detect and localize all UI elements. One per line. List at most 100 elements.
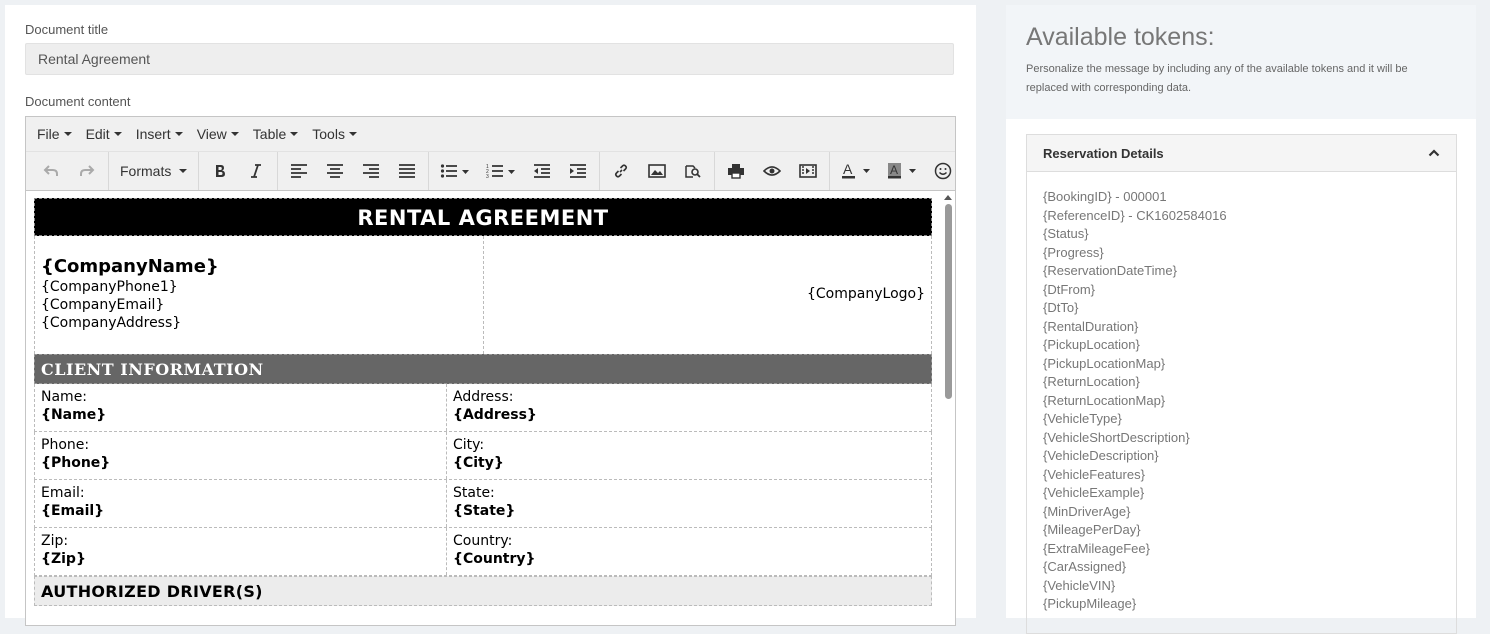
print-button[interactable] (718, 156, 754, 186)
menu-view[interactable]: View (190, 126, 246, 142)
numbered-list-icon: 123 (486, 164, 516, 179)
token-item[interactable]: {ExtraMileageFee} (1043, 540, 1456, 559)
numbered-list-button[interactable]: 123 (478, 156, 524, 186)
formats-label: Formats (120, 163, 172, 179)
bold-icon (216, 165, 226, 177)
field-token: {Country} (453, 551, 536, 567)
document-banner: RENTAL AGREEMENT (34, 198, 932, 236)
tokens-description: Personalize the message by including any… (1026, 63, 1408, 94)
output-group (715, 152, 831, 190)
token-item[interactable]: {MinDriverAge} (1043, 503, 1456, 522)
token-item[interactable]: {ReturnLocation} (1043, 373, 1456, 392)
background-color-button[interactable]: A (879, 156, 925, 186)
formats-dropdown[interactable]: Formats (112, 156, 195, 186)
table-cell: State: {State} (447, 480, 931, 527)
print-icon (728, 164, 745, 179)
token-item[interactable]: {VehicleDescription} (1043, 447, 1456, 466)
color-group: A A (830, 152, 955, 190)
document-form: Document title Document content File Edi… (5, 5, 976, 626)
token-item[interactable]: {PickupMileage} (1043, 595, 1456, 614)
token-item[interactable]: {VehicleFeatures} (1043, 466, 1456, 485)
table-cell: Phone: {Phone} (35, 432, 447, 479)
align-group (278, 152, 430, 190)
token-item[interactable]: {Status} (1043, 225, 1456, 244)
menu-file[interactable]: File (30, 126, 79, 142)
italic-icon (251, 164, 262, 178)
token-item[interactable]: {Progress} (1043, 244, 1456, 263)
outdent-icon (534, 164, 551, 178)
document-title-input[interactable] (25, 43, 954, 75)
company-address-token: {CompanyAddress} (41, 315, 182, 331)
chevron-up-icon[interactable] (1428, 149, 1440, 157)
token-item[interactable]: {DtFrom} (1043, 281, 1456, 300)
table-cell: Zip: {Zip} (35, 528, 447, 575)
field-token: {Address} (453, 407, 537, 423)
undo-icon (43, 165, 58, 176)
image-button[interactable] (639, 156, 675, 186)
menu-tools[interactable]: Tools (305, 126, 364, 142)
token-item[interactable]: {CarAssigned} (1043, 558, 1456, 577)
outdent-button[interactable] (524, 156, 560, 186)
redo-button[interactable] (69, 156, 105, 186)
media-button[interactable] (790, 156, 826, 186)
text-color-icon: A (842, 162, 871, 179)
token-item[interactable]: {MileagePerDay} (1043, 521, 1456, 540)
align-right-icon (363, 164, 380, 178)
token-item[interactable]: {PickupLocationMap} (1043, 355, 1456, 374)
italic-button[interactable] (238, 156, 274, 186)
bold-button[interactable] (202, 156, 238, 186)
editor-menubar: File Edit Insert View Table Tools (26, 117, 955, 151)
media-icon (799, 164, 818, 178)
search-replace-button[interactable] (675, 156, 711, 186)
list-group: 123 (429, 152, 601, 190)
align-left-button[interactable] (281, 156, 317, 186)
menu-tools-label: Tools (312, 126, 345, 142)
link-button[interactable] (603, 156, 639, 186)
token-item[interactable]: {VehicleVIN} (1043, 577, 1456, 596)
field-label: Name: (41, 389, 88, 405)
field-token: {Name} (41, 407, 107, 423)
table-row: Phone: {Phone} City: {City} (34, 432, 932, 480)
field-label: Address: (453, 389, 514, 405)
token-item[interactable]: {PickupLocation} (1043, 336, 1456, 355)
text-color-button[interactable]: A (833, 156, 879, 186)
token-item[interactable]: {DtTo} (1043, 299, 1456, 318)
chevron-down-icon (348, 132, 357, 136)
align-right-button[interactable] (353, 156, 389, 186)
menu-insert[interactable]: Insert (129, 126, 190, 142)
editor-content-area[interactable]: RENTAL AGREEMENT {CompanyName} {CompanyP… (26, 191, 955, 625)
emoji-button[interactable] (925, 156, 955, 186)
undo-button[interactable] (33, 156, 69, 186)
history-group (30, 152, 109, 190)
menu-edit-label: Edit (85, 126, 110, 142)
field-label: Country: (453, 533, 513, 549)
bullet-list-button[interactable] (432, 156, 478, 186)
indent-button[interactable] (560, 156, 596, 186)
token-item[interactable]: {ReservationDateTime} (1043, 262, 1456, 281)
editor-scrollbar[interactable] (943, 195, 953, 625)
menu-table[interactable]: Table (246, 126, 305, 142)
svg-text:3: 3 (486, 174, 489, 179)
scrollbar-thumb[interactable] (944, 204, 952, 399)
token-item[interactable]: {RentalDuration} (1043, 318, 1456, 337)
scroll-up-icon[interactable] (944, 195, 952, 200)
preview-button[interactable] (754, 156, 790, 186)
token-item[interactable]: {BookingID} - 000001 (1043, 188, 1456, 207)
token-item[interactable]: {ReferenceID} - CK1602584016 (1043, 207, 1456, 226)
chevron-down-icon (179, 169, 188, 173)
field-label: State: (453, 485, 495, 501)
token-item[interactable]: {VehicleShortDescription} (1043, 429, 1456, 448)
background-color-icon: A (888, 163, 917, 179)
token-item[interactable]: {VehicleExample} (1043, 484, 1456, 503)
table-cell: Email: {Email} (35, 480, 447, 527)
chevron-down-icon (113, 132, 122, 136)
bullet-list-icon (441, 164, 470, 178)
tokens-header: Available tokens: Personalize the messag… (1006, 5, 1476, 119)
token-item[interactable]: {VehicleType} (1043, 410, 1456, 429)
reservation-details-header[interactable]: Reservation Details (1027, 135, 1456, 172)
token-item[interactable]: {ReturnLocationMap} (1043, 392, 1456, 411)
justify-button[interactable] (389, 156, 425, 186)
search-icon (685, 165, 701, 178)
align-center-button[interactable] (317, 156, 353, 186)
menu-edit[interactable]: Edit (79, 126, 129, 142)
